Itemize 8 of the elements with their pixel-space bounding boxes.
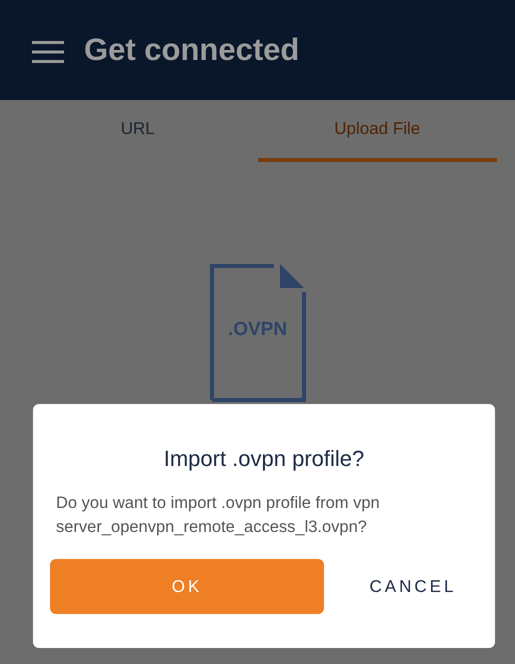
dialog-message: Do you want to import .ovpn profile from vpn server_openvpn_remote_access_l3.ovpn? (55, 493, 381, 538)
header-title: Get connected (84, 30, 300, 69)
dialog-title: Import .ovpn profile? (162, 445, 366, 473)
tab[interactable]: URL (18, 100, 258, 162)
tab[interactable]: Upload File (258, 100, 497, 162)
cancel-button[interactable]: CANCEL (348, 559, 478, 614)
menu-icon[interactable] (32, 40, 64, 64)
ok-button[interactable]: OK (50, 559, 324, 614)
